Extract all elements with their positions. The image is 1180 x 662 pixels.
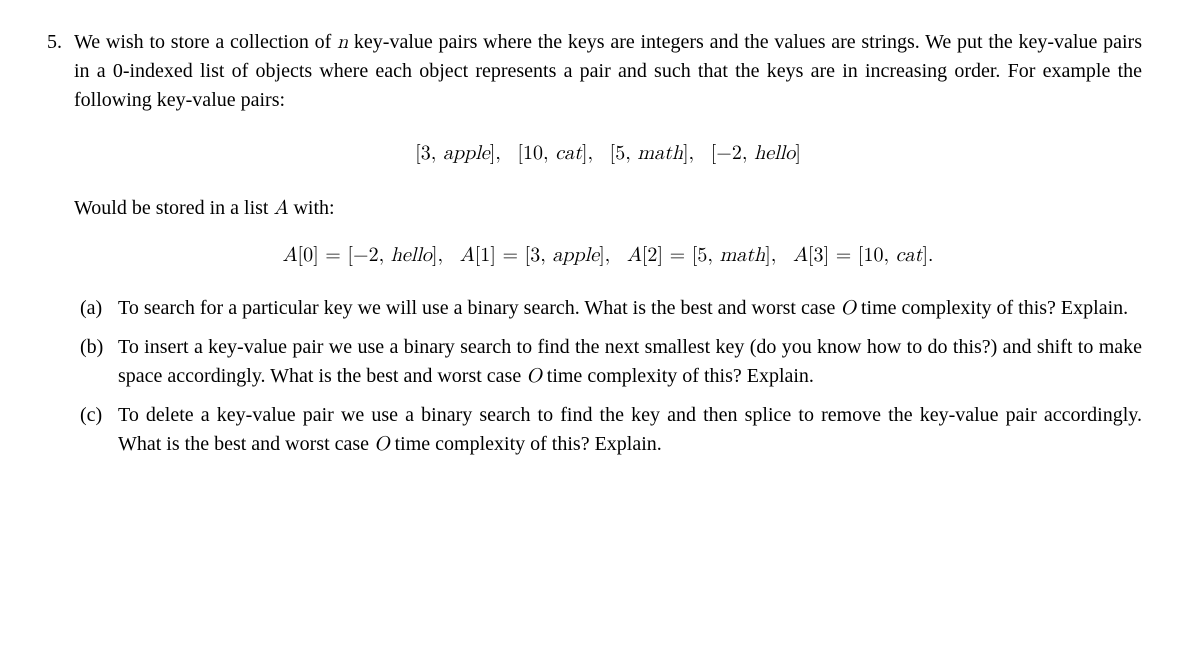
part-a-pre: To search for a particular key we will u…	[118, 297, 840, 319]
part-c-body: To delete a key-value pair we use a bina…	[118, 401, 1142, 459]
part-c-post: time complexity of this? Explain.	[390, 433, 662, 455]
part-a-label: (a)	[80, 294, 118, 323]
problem-number: 5.	[38, 28, 74, 57]
part-a-body: To search for a particular key we will u…	[118, 294, 1142, 323]
part-c-label: (c)	[80, 401, 118, 430]
sorted-display: A[0] = [−2, hello], A[1] = [3, apple], A…	[74, 241, 1142, 270]
big-o: O	[840, 298, 856, 318]
mid-line-var: A	[273, 198, 288, 218]
mid-line-pre: Would be stored in a list	[74, 197, 273, 219]
part-a-post: time complexity of this? Explain.	[856, 297, 1128, 319]
big-o: O	[374, 434, 390, 454]
problem-5: 5. We wish to store a collection of n ke…	[38, 28, 1142, 469]
intro-var-n: n	[337, 32, 348, 52]
mid-line-post: with:	[288, 197, 334, 219]
part-b: (b) To insert a key-value pair we use a …	[80, 333, 1142, 391]
part-c: (c) To delete a key-value pair we use a …	[80, 401, 1142, 459]
intro-text-pre: We wish to store a collection of	[74, 31, 337, 53]
part-b-body: To insert a key-value pair we use a bina…	[118, 333, 1142, 391]
part-b-post: time complexity of this? Explain.	[542, 365, 814, 387]
problem-body: We wish to store a collection of n key-v…	[74, 28, 1142, 469]
problem-intro: We wish to store a collection of n key-v…	[74, 28, 1142, 115]
part-b-label: (b)	[80, 333, 118, 362]
mid-line: Would be stored in a list A with:	[74, 194, 1142, 223]
big-o: O	[526, 366, 542, 386]
pairs-display: [3, apple], [10, cat], [5, math], [−2, h…	[74, 139, 1142, 168]
sub-parts: (a) To search for a particular key we wi…	[74, 294, 1142, 459]
part-a: (a) To search for a particular key we wi…	[80, 294, 1142, 323]
